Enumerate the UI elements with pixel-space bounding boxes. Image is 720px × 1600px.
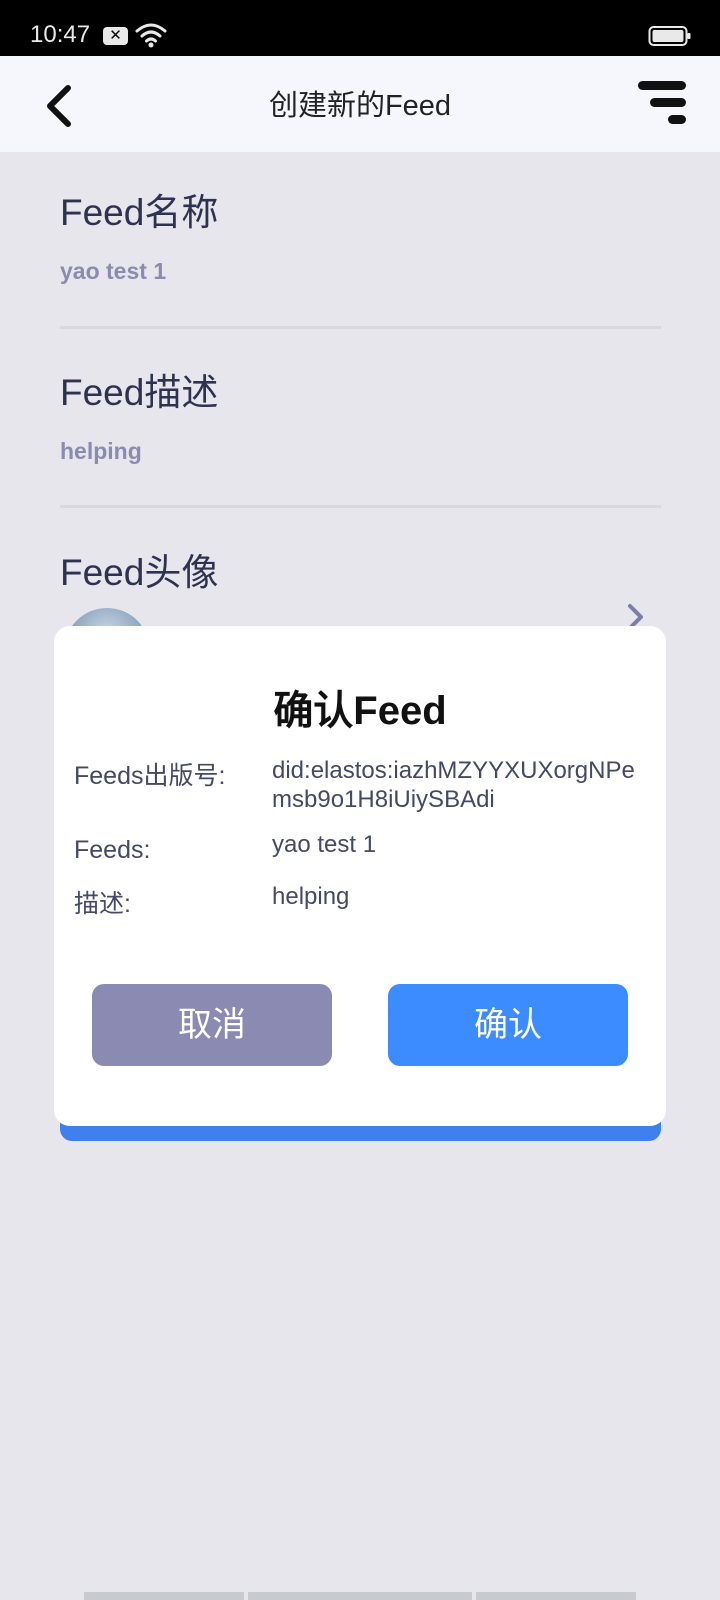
did-value: did:elastos:iazhMZYYXUXorgNPemsb9o1H8iUi…: [272, 757, 635, 813]
nav-hint-bar: [248, 1592, 472, 1600]
feed-description-value[interactable]: helping: [60, 436, 142, 466]
confirm-button[interactable]: 确认: [388, 984, 628, 1066]
divider: [60, 505, 661, 508]
divider: [60, 326, 661, 329]
status-time: 10:47: [30, 21, 91, 48]
notification-x-icon: ✕: [103, 27, 128, 45]
nav-hint-bar: [476, 1592, 636, 1600]
status-bar: 10:47 ✕: [0, 0, 720, 56]
nav-hint-bar: [84, 1592, 244, 1600]
wifi-icon: [135, 23, 167, 48]
description-value: helping: [272, 883, 350, 910]
app-header: 创建新的Feed: [0, 56, 720, 152]
did-label: Feeds出版号:: [74, 762, 226, 790]
confirm-feed-dialog: 确认Feed Feeds出版号: did:elastos:iazhMZYYXUX…: [54, 626, 666, 1126]
cancel-button[interactable]: 取消: [92, 984, 332, 1066]
description-label: 描述:: [74, 890, 131, 918]
menu-icon[interactable]: [636, 78, 688, 130]
page-title: 创建新的Feed: [268, 90, 452, 122]
battery-icon: [648, 26, 691, 46]
dialog-title: 确认Feed: [273, 689, 447, 733]
feed-name-value[interactable]: yao test 1: [60, 256, 166, 286]
feeds-label: Feeds:: [74, 836, 151, 864]
feed-avatar-label: Feed头像: [60, 552, 219, 593]
feed-description-label: Feed描述: [60, 372, 219, 413]
feed-name-label: Feed名称: [60, 192, 219, 233]
feeds-value: yao test 1: [272, 831, 377, 858]
